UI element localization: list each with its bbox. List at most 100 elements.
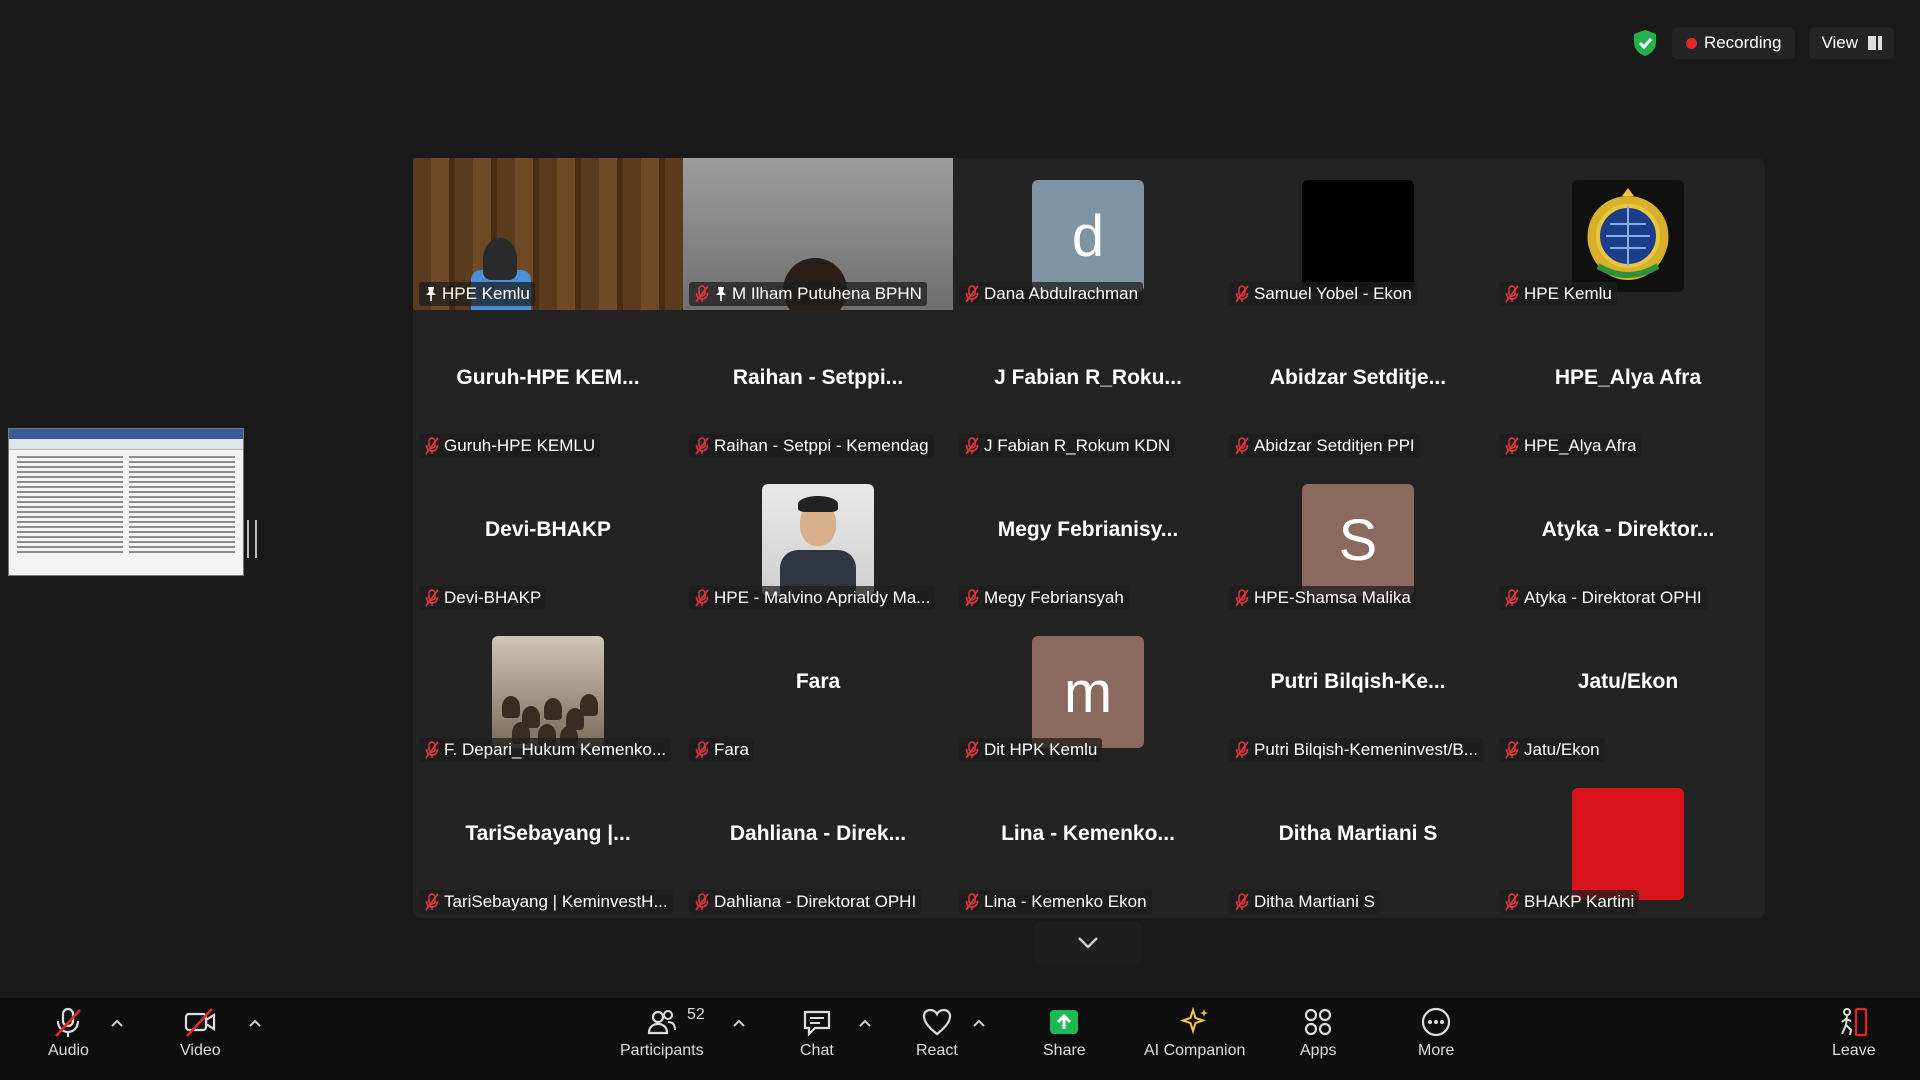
mic-off-icon [55,1007,82,1037]
participant-tile[interactable]: HPE_Alya Afra HPE_Alya Afra [1493,310,1763,462]
participant-name-text: Putri Bilqish-Kemeninvest/B... [1254,740,1478,759]
participant-name-label: HPE Kemlu [419,282,535,306]
participant-tile[interactable]: Atyka - Direktor... Atyka - Direktorat OP… [1493,462,1763,614]
participant-name-text: Dana Abdulrachman [984,284,1139,303]
participant-name-label: Raihan - Setppi - Kemendag [689,434,934,458]
participant-avatar: S [1302,484,1414,596]
participant-name-label: Ditha Martiani S [1229,890,1380,914]
participant-tile[interactable]: Megy Febrianisy... Megy Febriansyah [953,462,1223,614]
participant-tile[interactable]: Ditha Martiani S Ditha Martiani S [1223,766,1493,918]
participant-tile[interactable]: Fara Fara [683,614,953,766]
participant-tile[interactable]: HPE Kemlu [413,158,683,310]
video-label: Video [180,1042,221,1059]
mic-off-icon [695,741,709,759]
participant-name-text: TariSebayang | KeminvestH... [444,892,668,911]
participant-tile[interactable]: Guruh-HPE KEM... Guruh-HPE KEMLU [413,310,683,462]
participant-tile[interactable]: F. Depari_Hukum Kemenko... [413,614,683,766]
participant-tile[interactable]: Lina - Kemenko... Lina - Kemenko Ekon [953,766,1223,918]
participant-tile[interactable]: Raihan - Setppi... Raihan - Setppi - Keme… [683,310,953,462]
mic-off-icon [1505,589,1519,607]
panel-resize-handle[interactable] [247,520,257,558]
mic-off-icon [425,437,439,455]
react-button[interactable]: React [916,1006,958,1060]
participant-photo [762,484,874,596]
audio-label: Audio [48,1042,89,1059]
mic-off-icon [1235,437,1249,455]
participant-tile[interactable]: M Ilham Putuhena BPHN [683,158,953,310]
participant-name-text: HPE-Shamsa Malika [1254,588,1411,607]
participant-tile[interactable]: S HPE-Shamsa Malika [1223,462,1493,614]
participant-tile[interactable]: HPE Kemlu [1493,158,1763,310]
video-options-chevron-icon[interactable] [248,1018,262,1028]
mic-off-icon [965,437,979,455]
recording-indicator[interactable]: Recording [1671,27,1796,59]
participant-avatar: m [1032,636,1144,748]
participant-tile[interactable]: Devi-BHAKP Devi-BHAKP [413,462,683,614]
participant-display-name: Fara [795,670,841,693]
shield-check-icon[interactable] [1632,29,1658,57]
pin-icon [426,287,436,301]
participant-tile[interactable]: Jatu/Ekon Jatu/Ekon [1493,614,1763,766]
pin-icon [716,287,726,301]
ai-companion-button[interactable]: AI Companion [1144,1006,1245,1060]
participant-display-name: Dahliana - Direk... [729,822,907,845]
participant-tile[interactable]: m Dit HPK Kemlu [953,614,1223,766]
participant-tile[interactable]: Dahliana - Direk... Dahliana - Direktorat… [683,766,953,918]
participant-display-name: Lina - Kemenko... [1001,822,1175,845]
participant-name-text: HPE_Alya Afra [1524,436,1637,455]
participant-name-label: Dit HPK Kemlu [959,738,1103,762]
participant-tile[interactable]: J Fabian R_Roku... J Fabian R_Rokum KDN [953,310,1223,462]
video-button[interactable]: Video [180,1006,221,1060]
mic-off-icon [425,741,439,759]
audio-options-chevron-icon[interactable] [110,1018,124,1028]
participant-name-label: BHAKP Kartini [1499,890,1640,914]
participant-name-label: HPE Kemlu [1499,282,1617,306]
participant-name-text: BHAKP Kartini [1524,892,1635,911]
participant-tile[interactable]: BHAKP Kartini [1493,766,1763,918]
share-button[interactable]: Share [1043,1006,1086,1060]
more-button[interactable]: More [1418,1006,1454,1060]
participants-options-chevron-icon[interactable] [732,1018,746,1028]
participant-name-text: HPE Kemlu [1524,284,1612,303]
participant-name-text: HPE Kemlu [442,284,530,303]
participant-tile[interactable]: Samuel Yobel - Ekon [1223,158,1493,310]
participant-name-text: Fara [714,740,749,759]
chevron-down-icon [1078,937,1098,949]
mic-off-icon [1505,741,1519,759]
chat-button[interactable]: Chat [800,1006,834,1060]
chat-options-chevron-icon[interactable] [858,1018,872,1028]
participant-tile[interactable]: Abidzar Setditje... Abidzar Setditjen PPI [1223,310,1493,462]
leave-button[interactable]: Leave [1832,1006,1876,1060]
participant-name-label: TariSebayang | KeminvestH... [419,890,673,914]
participant-name-text: Raihan - Setppi - Kemendag [714,436,929,455]
participants-count: 52 [687,1006,705,1023]
react-options-chevron-icon[interactable] [972,1018,986,1028]
participant-tile[interactable]: TariSebayang |... TariSebayang | Keminves… [413,766,683,918]
scroll-down-button[interactable] [1034,922,1142,964]
participants-label: Participants [620,1042,704,1059]
mic-off-icon [965,741,979,759]
leave-door-icon [1840,1007,1867,1037]
participant-name-label: Fara [689,738,754,762]
avatar-letter: m [1063,659,1113,725]
participant-photo [492,636,604,748]
mic-off-icon [1505,437,1519,455]
participant-tile[interactable]: Putri Bilqish-Ke... Putri Bilqish-Kemenin… [1223,614,1493,766]
participant-name-label: Megy Febriansyah [959,586,1129,610]
audio-button[interactable]: Audio [48,1006,89,1060]
participant-display-name: Atyka - Direktor... [1541,518,1715,541]
participant-tile[interactable]: HPE - Malvino Aprialdy Ma... [683,462,953,614]
mic-off-icon [695,285,709,303]
participant-display-name: Putri Bilqish-Ke... [1270,670,1446,693]
view-button[interactable]: View [1809,27,1894,59]
apps-button[interactable]: Apps [1300,1006,1336,1060]
meeting-toolbar: Audio Video Participants 52 Chat React S… [0,998,1920,1080]
mic-off-icon [965,893,979,911]
video-off-icon [185,1008,216,1037]
ai-companion-label: AI Companion [1144,1042,1246,1059]
participant-name-text: Abidzar Setditjen PPI [1254,436,1415,455]
chat-label: Chat [800,1042,834,1059]
participant-display-name: Megy Febrianisy... [997,518,1179,541]
participant-tile[interactable]: d Dana Abdulrachman [953,158,1223,310]
shared-screen-thumbnail[interactable] [8,428,244,576]
